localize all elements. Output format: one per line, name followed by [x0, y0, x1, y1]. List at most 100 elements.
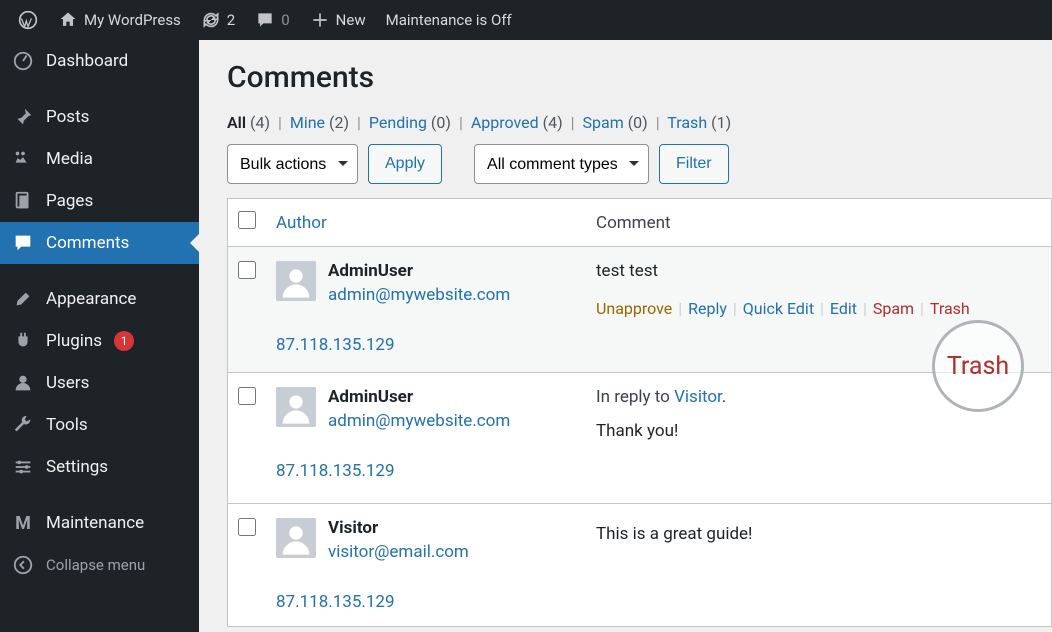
row-checkbox[interactable] — [238, 518, 256, 536]
new-label: New — [336, 11, 366, 29]
sidebar-item-label: Pages — [46, 191, 93, 211]
new-content-link[interactable]: New — [300, 0, 376, 40]
site-name-link[interactable]: My WordPress — [48, 0, 191, 40]
bulk-actions-select[interactable]: Bulk actions — [227, 144, 358, 184]
sidebar-item-label: Users — [46, 373, 89, 393]
action-quick-edit[interactable]: Quick Edit — [743, 299, 814, 318]
plus-icon — [310, 10, 330, 30]
wrench-icon — [12, 414, 34, 436]
table-row: AdminUser admin@mywebsite.com 87.118.135… — [228, 373, 1052, 504]
comment-content: Thank you! — [596, 421, 1041, 441]
plugin-icon — [12, 330, 34, 352]
sidebar-item-users[interactable]: Users — [0, 362, 199, 404]
action-edit[interactable]: Edit — [830, 299, 857, 318]
sidebar-item-label: Appearance — [46, 289, 136, 309]
author-email-link[interactable]: admin@mywebsite.com — [328, 285, 510, 305]
settings-icon — [12, 456, 34, 478]
in-reply-to: In reply to Visitor. — [596, 387, 1041, 407]
pages-icon — [12, 190, 34, 212]
maintenance-link[interactable]: Maintenance is Off — [376, 0, 522, 40]
plugins-update-badge: 1 — [114, 331, 134, 351]
admin-sidebar: Dashboard Posts Media Pages Comments App… — [0, 40, 199, 632]
sidebar-item-appearance[interactable]: Appearance — [0, 278, 199, 320]
action-spam[interactable]: Spam — [873, 299, 914, 318]
sidebar-item-pages[interactable]: Pages — [0, 180, 199, 222]
filter-mine[interactable]: Mine — [290, 113, 325, 132]
avatar — [276, 518, 316, 558]
sidebar-item-posts[interactable]: Posts — [0, 96, 199, 138]
sidebar-item-label: Dashboard — [46, 51, 128, 71]
author-name: AdminUser — [328, 387, 413, 407]
sidebar-item-maintenance[interactable]: M Maintenance — [0, 502, 199, 544]
avatar — [276, 261, 316, 301]
table-row: Visitor visitor@email.com 87.118.135.129… — [228, 504, 1052, 627]
sidebar-item-label: Plugins — [46, 331, 102, 351]
collapse-menu[interactable]: Collapse menu — [0, 544, 199, 586]
author-ip-link[interactable]: 87.118.135.129 — [276, 335, 395, 355]
column-comment: Comment — [586, 199, 1052, 247]
main-content: Comments All (4) | Mine (2) | Pending (0… — [199, 40, 1052, 632]
comments-link[interactable]: 0 — [245, 0, 299, 40]
sidebar-item-media[interactable]: Media — [0, 138, 199, 180]
filter-approved[interactable]: Approved — [471, 113, 539, 132]
comment-icon — [12, 232, 34, 254]
sidebar-item-tools[interactable]: Tools — [0, 404, 199, 446]
filter-pending[interactable]: Pending — [369, 113, 427, 132]
table-row: AdminUser admin@mywebsite.com 87.118.135… — [228, 247, 1052, 373]
sidebar-item-label: Media — [46, 149, 93, 169]
author-ip-link[interactable]: 87.118.135.129 — [276, 592, 395, 612]
user-icon — [12, 372, 34, 394]
sidebar-item-dashboard[interactable]: Dashboard — [0, 40, 199, 82]
collapse-icon — [12, 554, 34, 576]
sidebar-item-label: Collapse menu — [46, 556, 145, 574]
column-author[interactable]: Author — [276, 213, 327, 233]
comments-count: 0 — [281, 11, 289, 29]
filter-spam[interactable]: Spam — [583, 113, 624, 132]
filter-trash[interactable]: Trash — [667, 113, 707, 132]
updates-link[interactable]: 2 — [191, 0, 245, 40]
row-actions: Unapprove | Reply | Quick Edit | Edit | … — [596, 299, 1041, 318]
sidebar-item-label: Posts — [46, 107, 89, 127]
apply-button[interactable]: Apply — [368, 144, 442, 184]
avatar — [276, 387, 316, 427]
updates-count: 2 — [227, 11, 235, 29]
reply-to-link[interactable]: Visitor — [674, 387, 722, 407]
action-trash[interactable]: Trash — [930, 299, 970, 318]
comments-table: Author Comment AdminUser admin@mywebsite… — [227, 198, 1052, 627]
comment-type-select[interactable]: All comment types — [474, 144, 649, 184]
status-filters: All (4) | Mine (2) | Pending (0) | Appro… — [227, 113, 1052, 132]
comment-content: This is a great guide! — [596, 524, 1041, 544]
admin-bar: My WordPress 2 0 New Maintenance is Off — [0, 0, 1052, 40]
sidebar-item-label: Settings — [46, 457, 108, 477]
table-actions: Bulk actions Apply All comment types Fil… — [227, 144, 1052, 184]
author-ip-link[interactable]: 87.118.135.129 — [276, 461, 395, 481]
update-icon — [201, 10, 221, 30]
action-reply[interactable]: Reply — [688, 299, 727, 318]
maintenance-label: Maintenance is Off — [386, 11, 512, 29]
select-all-checkbox[interactable] — [238, 211, 256, 229]
row-checkbox[interactable] — [238, 387, 256, 405]
comment-content: test test — [596, 261, 1041, 281]
site-title: My WordPress — [84, 11, 181, 29]
row-checkbox[interactable] — [238, 261, 256, 279]
filter-button[interactable]: Filter — [659, 144, 729, 184]
dashboard-icon — [12, 50, 34, 72]
sidebar-item-label: Comments — [46, 233, 129, 253]
sidebar-item-plugins[interactable]: Plugins 1 — [0, 320, 199, 362]
sidebar-item-comments[interactable]: Comments — [0, 222, 199, 264]
brush-icon — [12, 288, 34, 310]
filter-all[interactable]: All — [227, 113, 246, 132]
author-email-link[interactable]: visitor@email.com — [328, 542, 469, 562]
home-icon — [58, 10, 78, 30]
author-name: AdminUser — [328, 261, 413, 281]
sidebar-item-label: Tools — [46, 415, 88, 435]
wp-logo[interactable] — [8, 0, 48, 40]
action-unapprove[interactable]: Unapprove — [596, 299, 672, 318]
author-name: Visitor — [328, 518, 378, 538]
wordpress-icon — [18, 10, 38, 30]
maintenance-icon: M — [12, 512, 34, 534]
author-email-link[interactable]: admin@mywebsite.com — [328, 411, 510, 431]
sidebar-item-label: Maintenance — [46, 513, 144, 533]
comment-icon — [255, 10, 275, 30]
sidebar-item-settings[interactable]: Settings — [0, 446, 199, 488]
